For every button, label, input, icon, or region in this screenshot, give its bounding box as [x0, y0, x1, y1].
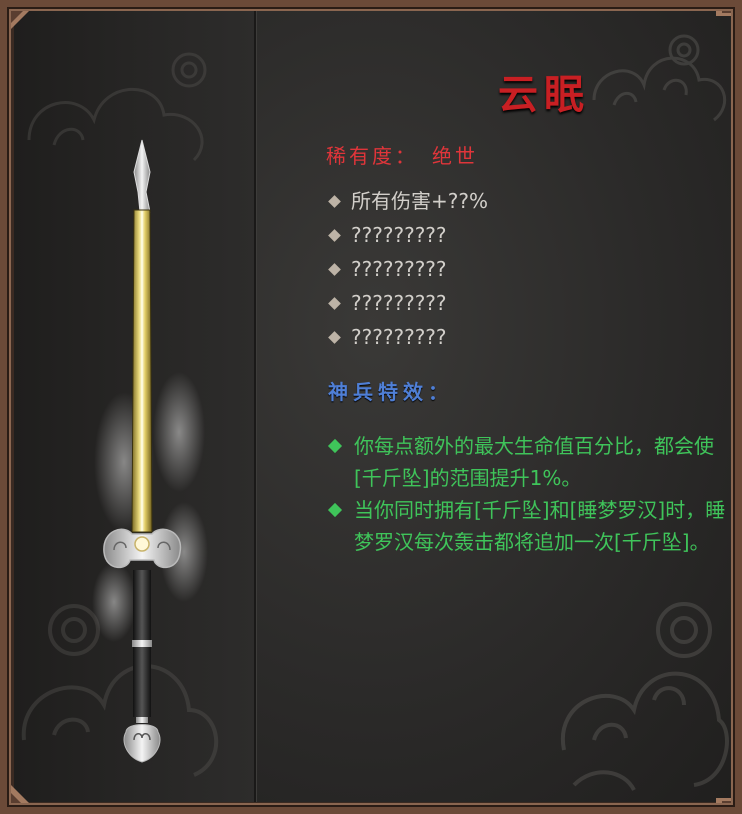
rarity-value: 绝世 [432, 144, 478, 168]
attribute-item: ????????? [326, 218, 488, 252]
attribute-text: ????????? [351, 223, 447, 247]
diamond-icon [328, 296, 341, 310]
corner-ornament-top-right [682, 0, 742, 60]
special-effect-item: 你每点额外的最大生命值百分比，都会使[千斤坠]的范围提升1%。 [326, 430, 726, 494]
attribute-item: 所有伤害+??% [326, 184, 488, 218]
rarity-label: 稀有度： [326, 144, 418, 168]
special-effect-item: 当你同时拥有[千斤坠]和[睡梦罗汉]时，睡梦罗汉每次轰击都将追加一次[千斤坠]。 [326, 494, 726, 558]
item-tooltip-frame: 云眠 稀有度： 绝世 所有伤害+??% ????????? ????????? ?… [0, 0, 742, 814]
diamond-icon [327, 502, 343, 518]
diamond-icon [328, 194, 341, 208]
attribute-list: 所有伤害+??% ????????? ????????? ????????? ?… [326, 184, 488, 354]
diamond-icon [328, 262, 341, 276]
special-effect-heading: 神兵特效： [328, 380, 453, 404]
special-effect-text: 你每点额外的最大生命值百分比，都会使[千斤坠]的范围提升1%。 [354, 434, 714, 490]
diamond-icon [327, 438, 343, 454]
diamond-icon [328, 330, 341, 344]
panel-divider [254, 10, 256, 802]
attribute-item: ????????? [326, 286, 488, 320]
diamond-icon [328, 228, 341, 242]
attribute-item: ????????? [326, 320, 488, 354]
corner-ornament-bottom-right [682, 754, 742, 814]
attribute-item: ????????? [326, 252, 488, 286]
corner-ornament-bottom-left [0, 754, 60, 814]
attribute-text: ????????? [351, 325, 447, 349]
sword-icon [92, 139, 208, 763]
attribute-text: 所有伤害+??% [351, 189, 488, 213]
corner-ornament-top-left [0, 0, 60, 60]
attribute-text: ????????? [351, 291, 447, 315]
item-title: 云眠 [498, 71, 590, 118]
rarity-line: 稀有度： 绝世 [326, 140, 478, 169]
item-tooltip-panel: 云眠 稀有度： 绝世 所有伤害+??% ????????? ????????? ?… [14, 10, 732, 802]
special-effect-text: 当你同时拥有[千斤坠]和[睡梦罗汉]时，睡梦罗汉每次轰击都将追加一次[千斤坠]。 [354, 498, 726, 554]
attribute-text: ????????? [351, 257, 447, 281]
